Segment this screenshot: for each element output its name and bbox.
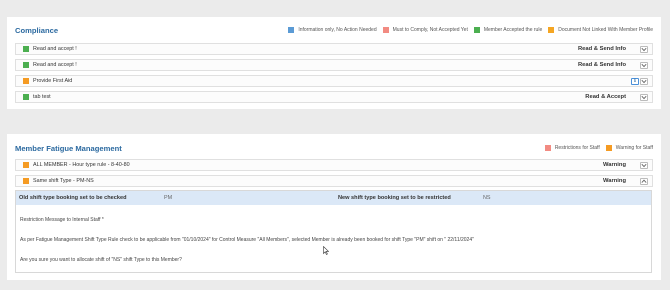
legend-item: Must to Comply, Not Accepted Yet xyxy=(382,27,468,33)
fatigue-title: Member Fatigue Management xyxy=(15,144,122,153)
legend-label: Restrictions for Staff xyxy=(554,145,600,151)
legend-swatch-red xyxy=(382,27,389,33)
status-indicator xyxy=(23,94,29,100)
legend-label: Warning for Staff xyxy=(615,145,653,151)
restriction-message-label: Restriction Message to Internal Staff * xyxy=(20,217,104,223)
legend-item: Information only, No Action Needed xyxy=(288,27,377,33)
chevron-down-icon[interactable] xyxy=(640,46,648,53)
status-indicator xyxy=(23,78,29,84)
compliance-header: Compliance Information only, No Action N… xyxy=(15,21,653,41)
warning-label: Warning xyxy=(603,161,626,168)
compliance-row[interactable]: Provide First Aid i xyxy=(15,75,653,87)
row-label: Read and accept ! xyxy=(33,46,77,52)
row-label: Same shift Type - PM-NS xyxy=(33,178,94,184)
legend-label: Information only, No Action Needed xyxy=(298,27,377,33)
warning-label: Warning xyxy=(603,177,626,184)
rule-description: As per Fatigue Management Shift Type Rul… xyxy=(20,237,474,243)
legend-item: Restrictions for Staff xyxy=(544,145,600,151)
row-label: Provide First Aid xyxy=(33,78,73,84)
read-send-info-button[interactable]: Read & Send Info xyxy=(578,46,626,52)
new-shift-label: New shift type booking set to be restric… xyxy=(338,195,451,201)
old-shift-label: Old shift type booking set to be checked xyxy=(19,195,127,201)
info-icon[interactable]: i xyxy=(631,78,639,85)
row-label: Read and accept ! xyxy=(33,62,77,68)
chevron-down-icon[interactable] xyxy=(640,94,648,101)
read-send-info-button[interactable]: Read & Send Info xyxy=(578,62,626,68)
legend-label: Member Accepted the rule xyxy=(483,27,543,33)
legend-label: Document Not Linked With Member Profile xyxy=(558,27,653,33)
fatigue-card: Member Fatigue Management Restrictions f… xyxy=(7,134,661,280)
legend-label: Must to Comply, Not Accepted Yet xyxy=(392,27,468,33)
chevron-down-icon[interactable] xyxy=(640,62,648,69)
fatigue-row[interactable]: Same shift Type - PM-NS Warning xyxy=(15,175,653,187)
status-indicator xyxy=(23,62,29,68)
compliance-row[interactable]: tab test Read & Accept xyxy=(15,91,653,103)
status-indicator xyxy=(23,162,29,168)
confirmation-question: Are you sure you want to allocate shift … xyxy=(20,257,182,263)
compliance-legend: Information only, No Action Needed Must … xyxy=(288,27,653,33)
compliance-row[interactable]: Read and accept ! Read & Send Info xyxy=(15,59,653,71)
chevron-down-icon[interactable] xyxy=(640,162,648,169)
compliance-row[interactable]: Read and accept ! Read & Send Info xyxy=(15,43,653,55)
chevron-down-icon[interactable] xyxy=(640,78,648,85)
fatigue-legend: Restrictions for Staff Warning for Staff xyxy=(544,145,653,151)
status-indicator xyxy=(23,46,29,52)
old-shift-value: PM xyxy=(164,195,173,201)
fatigue-header: Member Fatigue Management Restrictions f… xyxy=(15,139,653,159)
fatigue-row[interactable]: ALL MEMBER - Hour type rule - 8-40-80 Wa… xyxy=(15,159,653,171)
read-accept-button[interactable]: Read & Accept xyxy=(585,94,626,100)
legend-item: Warning for Staff xyxy=(605,145,653,151)
status-indicator xyxy=(23,178,29,184)
chevron-up-icon[interactable] xyxy=(640,178,648,185)
legend-swatch-red xyxy=(544,145,551,151)
compliance-title: Compliance xyxy=(15,26,59,35)
legend-swatch-blue xyxy=(288,27,295,33)
new-shift-value: NS xyxy=(483,195,491,201)
shift-type-header: Old shift type booking set to be checked… xyxy=(16,191,651,205)
row-label: tab test xyxy=(33,94,51,100)
legend-item: Document Not Linked With Member Profile xyxy=(548,27,653,33)
compliance-card: Compliance Information only, No Action N… xyxy=(7,17,661,109)
legend-item: Member Accepted the rule xyxy=(473,27,543,33)
mouse-cursor-icon xyxy=(323,246,329,255)
row-label: ALL MEMBER - Hour type rule - 8-40-80 xyxy=(33,162,130,168)
fatigue-detail-panel: Old shift type booking set to be checked… xyxy=(15,190,652,273)
legend-swatch-orange xyxy=(605,145,612,151)
legend-swatch-orange xyxy=(548,27,555,33)
legend-swatch-green xyxy=(473,27,480,33)
